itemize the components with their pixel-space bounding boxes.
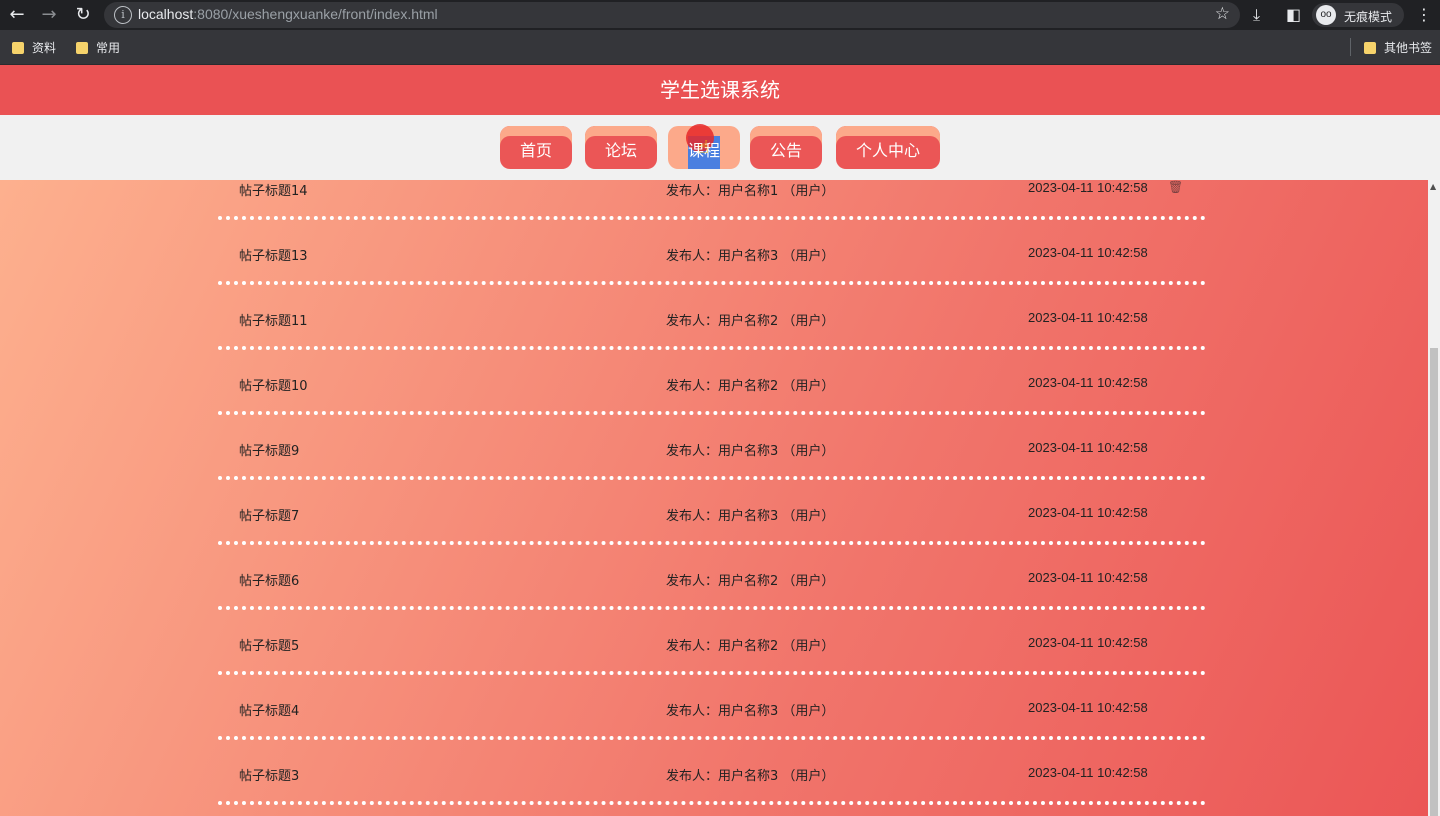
url-text: localhost:8080/xueshengxuanke/front/inde… — [138, 6, 438, 22]
post-title[interactable]: 帖子标题4 — [239, 700, 299, 719]
post-author: 发布人：用户名称2 （用户） — [666, 379, 835, 394]
post-time: 2023-04-11 10:42:58 — [1028, 700, 1148, 715]
divider — [218, 606, 1206, 610]
divider — [218, 736, 1206, 740]
post-author: 发布人：用户名称2 （用户） — [666, 314, 835, 329]
list-item[interactable]: 帖子标题5 发布人：用户名称2 （用户） 2023-04-11 10:42:58 — [218, 635, 1206, 700]
main-nav: 首页 论坛 课程 公告 个人中心 — [0, 115, 1440, 180]
list-item[interactable]: 帖子标题10 发布人：用户名称2 （用户） 2023-04-11 10:42:5… — [218, 375, 1206, 440]
post-time: 2023-04-11 10:42:58 — [1028, 310, 1148, 325]
post-time: 2023-04-11 10:42:58 — [1028, 180, 1148, 195]
post-author: 发布人：用户名称2 （用户） — [666, 574, 835, 589]
divider — [218, 801, 1206, 805]
post-author: 发布人：用户名称3 （用户） — [666, 769, 835, 784]
back-arrow-icon[interactable]: ← — [6, 4, 28, 26]
post-time: 2023-04-11 10:42:58 — [1028, 245, 1148, 260]
nav-home[interactable]: 首页 — [500, 126, 572, 169]
nav-notice[interactable]: 公告 — [750, 126, 822, 169]
bookmark-folder-changyong[interactable]: 常用 — [76, 39, 120, 56]
divider — [218, 346, 1206, 350]
forward-arrow-icon[interactable]: → — [38, 4, 60, 26]
vertical-scrollbar[interactable]: ▲ — [1428, 180, 1440, 816]
forum-list: 帖子标题14 发布人：用户名称1 （用户） 2023-04-11 10:42:5… — [0, 180, 1428, 816]
post-title[interactable]: 帖子标题14 — [239, 180, 308, 199]
list-item[interactable]: 帖子标题14 发布人：用户名称1 （用户） 2023-04-11 10:42:5… — [218, 180, 1206, 245]
folder-icon — [76, 42, 88, 54]
side-panel-icon[interactable]: ◧ — [1286, 4, 1301, 26]
address-bar[interactable]: i localhost:8080/xueshengxuanke/front/in… — [104, 2, 1240, 28]
list-item[interactable]: 帖子标题13 发布人：用户名称3 （用户） 2023-04-11 10:42:5… — [218, 245, 1206, 310]
divider — [218, 476, 1206, 480]
post-time: 2023-04-11 10:42:58 — [1028, 375, 1148, 390]
post-title[interactable]: 帖子标题6 — [239, 570, 299, 589]
post-title[interactable]: 帖子标题10 — [239, 375, 308, 394]
list-item[interactable]: 帖子标题11 发布人：用户名称2 （用户） 2023-04-11 10:42:5… — [218, 310, 1206, 375]
divider — [218, 216, 1206, 220]
divider — [218, 411, 1206, 415]
reload-icon[interactable]: ↻ — [72, 4, 94, 26]
post-time: 2023-04-11 10:42:58 — [1028, 765, 1148, 780]
folder-icon — [12, 42, 24, 54]
post-time: 2023-04-11 10:42:58 — [1028, 570, 1148, 585]
post-author: 发布人：用户名称3 （用户） — [666, 704, 835, 719]
post-author: 发布人：用户名称3 （用户） — [666, 249, 835, 264]
post-time: 2023-04-11 10:42:58 — [1028, 635, 1148, 650]
page: 学生选课系统 首页 论坛 课程 公告 个人中心 帖子标题14 发布人：用户名称1… — [0, 65, 1440, 816]
post-title[interactable]: 帖子标题5 — [239, 635, 299, 654]
post-time: 2023-04-11 10:42:58 — [1028, 505, 1148, 520]
nav-profile[interactable]: 个人中心 — [836, 126, 940, 169]
divider — [218, 281, 1206, 285]
site-title: 学生选课系统 — [660, 78, 780, 102]
post-title[interactable]: 帖子标题9 — [239, 440, 299, 459]
other-bookmarks[interactable]: 其他书签 — [1364, 39, 1432, 56]
list-item[interactable]: 帖子标题3 发布人：用户名称3 （用户） 2023-04-11 10:42:58 — [218, 765, 1206, 816]
post-author: 发布人：用户名称3 （用户） — [666, 444, 835, 459]
post-title[interactable]: 帖子标题13 — [239, 245, 308, 264]
list-item[interactable]: 帖子标题9 发布人：用户名称3 （用户） 2023-04-11 10:42:58 — [218, 440, 1206, 505]
list-item[interactable]: 帖子标题7 发布人：用户名称3 （用户） 2023-04-11 10:42:58 — [218, 505, 1206, 570]
post-title[interactable]: 帖子标题3 — [239, 765, 299, 784]
post-time: 2023-04-11 10:42:58 — [1028, 440, 1148, 455]
post-author: 发布人：用户名称3 （用户） — [666, 509, 835, 524]
post-author: 发布人：用户名称2 （用户） — [666, 639, 835, 654]
incognito-badge[interactable]: oo 无痕模式 — [1312, 3, 1404, 27]
nav-forum[interactable]: 论坛 — [585, 126, 657, 169]
divider — [218, 541, 1206, 545]
list-item[interactable]: 帖子标题4 发布人：用户名称3 （用户） 2023-04-11 10:42:58 — [218, 700, 1206, 765]
menu-kebab-icon[interactable]: ⋮ — [1416, 4, 1432, 26]
bookmark-folder-ziliao[interactable]: 资料 — [12, 39, 56, 56]
divider — [218, 671, 1206, 675]
post-title[interactable]: 帖子标题7 — [239, 505, 299, 524]
post-title[interactable]: 帖子标题11 — [239, 310, 308, 329]
site-header: 学生选课系统 — [0, 65, 1440, 115]
list-item[interactable]: 帖子标题6 发布人：用户名称2 （用户） 2023-04-11 10:42:58 — [218, 570, 1206, 635]
divider — [1350, 38, 1351, 56]
download-icon[interactable]: ⤓ — [1253, 4, 1260, 26]
browser-toolbar: ← → ↻ i localhost:8080/xueshengxuanke/fr… — [0, 0, 1440, 30]
hand-pointer-icon: ☝ — [698, 137, 709, 158]
folder-icon — [1364, 42, 1376, 54]
post-author: 发布人：用户名称1 （用户） — [666, 184, 835, 199]
scroll-up-arrow-icon[interactable]: ▲ — [1430, 182, 1436, 191]
incognito-label: 无痕模式 — [1344, 10, 1393, 24]
trash-icon[interactable]: 🗑 — [1168, 180, 1183, 194]
bookmarks-bar: 资料 常用 其他书签 — [0, 30, 1440, 65]
incognito-icon: oo — [1316, 5, 1336, 25]
scrollbar-thumb[interactable] — [1430, 348, 1438, 816]
bookmark-star-icon[interactable]: ☆ — [1215, 4, 1230, 24]
site-info-icon[interactable]: i — [114, 6, 132, 24]
